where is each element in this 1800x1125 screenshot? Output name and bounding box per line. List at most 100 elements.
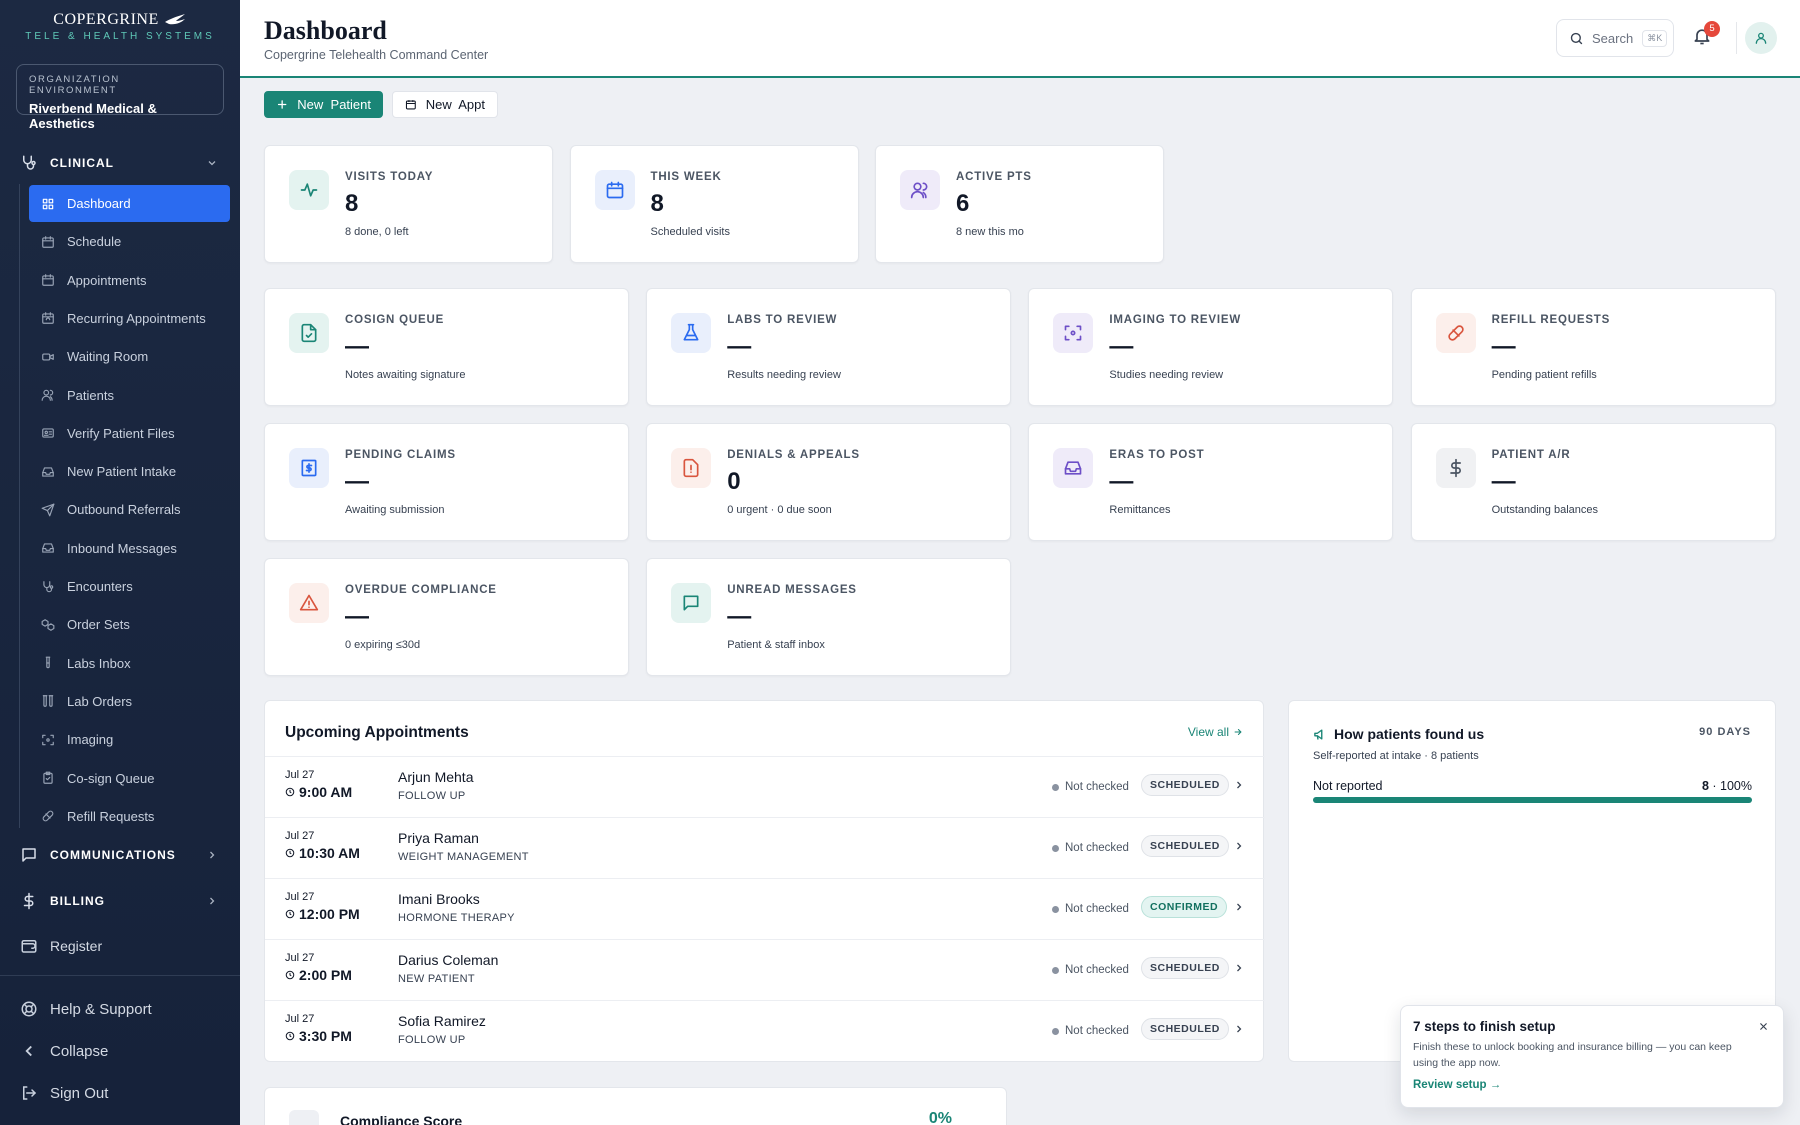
search-shortcut: ⌘K [1642,29,1668,47]
appointment-row[interactable]: Jul 27 9:00 AM Arjun Mehta FOLLOW UP Not che… [265,756,1265,817]
status-badge: SCHEDULED [1141,1018,1229,1040]
brand-logo[interactable]: COPERGRINE TELE & HEALTH SYSTEMS [0,0,240,48]
chevron-right-icon[interactable] [1233,840,1245,852]
review-setup-link[interactable]: Review setup → [1413,1079,1501,1091]
stat-this-week-card[interactable]: THIS WEEK 8 Scheduled visits [569,145,859,263]
stat-active-pts-note: 8 new this mo [956,226,1024,238]
chevron-right-icon[interactable] [1233,962,1245,974]
file-check-icon [301,323,317,343]
appointment-row[interactable]: Jul 27 2:00 PM Darius Coleman NEW PATIENT No… [265,939,1265,1000]
sidebar-item-waiting-room[interactable]: Waiting Room [29,338,230,375]
sidebar-item-refill-requests[interactable]: Refill Requests [29,798,230,835]
metric-unread-messages-card[interactable]: UNREAD MESSAGES — Patient & staff inbox [646,558,1012,676]
stat-active-pts-card[interactable]: ACTIVE PTS 6 8 new this mo [875,145,1164,263]
sidebar-item-label: Inbound Messages [67,540,177,556]
clock-icon [285,909,295,919]
close-icon[interactable] [1758,1021,1769,1032]
metric-imaging-to-review-note: Studies needing review [1109,369,1224,381]
sidebar-item-new-patient-intake[interactable]: New Patient Intake [29,453,230,490]
sign-out-button[interactable]: Sign Out [0,1082,240,1104]
search-button[interactable]: Search ⌘K [1556,19,1674,57]
stat-active-pts-label: ACTIVE PTS [956,171,1032,183]
sidebar-item-verify-patient-files[interactable]: Verify Patient Files [29,415,230,452]
sidebar-item-patients[interactable]: Patients [29,377,230,414]
sidebar-item-imaging[interactable]: Imaging [29,721,230,758]
stat-active-pts-value: 6 [956,190,970,217]
sidebar-item-outbound-referrals[interactable]: Outbound Referrals [29,491,230,528]
page-subtitle: Copergrine Telehealth Command Center [264,48,489,62]
new-appt-button[interactable]: New Appt [392,91,498,118]
sidebar-item-recurring-appointments[interactable]: Recurring Appointments [29,300,230,337]
metric-patient-a-r-icon-box [1435,448,1476,488]
setup-toast: 7 steps to finish setup Finish these to … [1400,1005,1784,1108]
user-avatar[interactable] [1745,22,1777,54]
sidebar-item-order-sets[interactable]: Order Sets [29,606,230,643]
metric-cosign-queue-card[interactable]: COSIGN QUEUE — Notes awaiting signature [264,288,629,406]
metric-eras-to-post-card[interactable]: ERAS TO POST — Remittances [1028,423,1394,541]
sidebar-item-encounters[interactable]: Encounters [29,568,230,605]
appointment-row[interactable]: Jul 27 10:30 AM Priya Raman WEIGHT MANAGEME… [265,817,1265,878]
section-clinical-label: CLINICAL [50,156,114,170]
check-in-label: Not checked [1065,903,1129,915]
metric-overdue-compliance-card[interactable]: OVERDUE COMPLIANCE — 0 expiring ≤30d [264,558,629,676]
metric-refill-requests-icon-box [1435,313,1476,353]
appointment-time: 12:00 PM [285,906,360,922]
chevron-right-icon[interactable] [1233,901,1245,913]
section-communications[interactable]: COMMUNICATIONS [0,844,240,866]
sidebar-item-co-sign-queue[interactable]: Co-sign Queue [29,760,230,797]
metric-cosign-queue-label: COSIGN QUEUE [345,314,445,326]
metric-labs-to-review-card[interactable]: LABS TO REVIEW — Results needing review [646,288,1012,406]
check-in-status: Not checked [1052,964,1129,976]
sidebar-item-appointments[interactable]: Appointments [29,262,230,299]
patient-name: Darius Coleman [398,952,499,968]
check-in-status: Not checked [1052,1025,1129,1037]
appointment-type: FOLLOW UP [398,790,466,802]
metric-pending-claims-card[interactable]: PENDING CLAIMS — Awaiting submission [264,423,629,541]
sidebar-item-inbound-messages[interactable]: Inbound Messages [29,530,230,567]
metric-imaging-to-review-label: IMAGING TO REVIEW [1109,314,1241,326]
metric-pending-claims-note: Awaiting submission [345,504,445,516]
stat-visits-today-note: 8 done, 0 left [345,226,409,238]
sidebar-item-schedule[interactable]: Schedule [29,223,230,260]
status-dot [1052,905,1059,913]
sidebar-item-label: Verify Patient Files [67,425,175,441]
metric-imaging-to-review-card[interactable]: IMAGING TO REVIEW — Studies needing review [1028,288,1394,406]
sidebar-item-labs-inbox[interactable]: Labs Inbox [29,645,230,682]
status-dot [1052,783,1059,791]
sidebar-item-dashboard[interactable]: Dashboard [29,185,230,222]
help-support-link[interactable]: Help & Support [0,998,240,1020]
sidebar-item-lab-orders[interactable]: Lab Orders [29,683,230,720]
metric-denials-appeals-value: 0 [727,468,741,495]
patient-name: Imani Brooks [398,891,480,907]
register-link[interactable]: Register [0,935,240,957]
metric-unread-messages-icon-box [671,583,712,623]
appointment-row[interactable]: Jul 27 12:00 PM Imani Brooks HORMONE THERAP… [265,878,1265,939]
source-percent: 100% [1720,779,1752,793]
metric-denials-appeals-card[interactable]: DENIALS & APPEALS 0 0 urgent · 0 due soon [646,423,1012,541]
patient-name: Sofia Ramirez [398,1013,486,1029]
chevron-right-icon[interactable] [1233,779,1245,791]
metric-cosign-queue-icon-box [289,313,329,353]
appointment-time-text: 9:00 AM [299,784,353,800]
section-billing[interactable]: BILLING [0,890,240,912]
clock-icon [285,970,295,980]
search-icon [1570,32,1583,44]
stat-visits-today-card[interactable]: VISITS TODAY 8 8 done, 0 left [264,145,553,263]
section-clinical[interactable]: CLINICAL [0,152,240,174]
collapse-button[interactable]: Collapse [0,1040,240,1062]
metric-labs-to-review-note: Results needing review [727,369,841,381]
check-in-label: Not checked [1065,1025,1129,1037]
grid-icon [42,198,54,209]
chevron-right-icon[interactable] [1233,1023,1245,1035]
sidebar-item-label: Labs Inbox [67,655,131,671]
sign-out-label: Sign Out [50,1084,109,1102]
view-all-link[interactable]: View all [1188,725,1243,739]
org-environment-switcher[interactable]: ORGANIZATION ENVIRONMENT Riverbend Medic… [16,64,224,131]
appointment-time: 10:30 AM [285,845,360,861]
appointment-row[interactable]: Jul 27 3:30 PM Sofia Ramirez FOLLOW UP Not c… [265,1000,1265,1061]
metric-patient-a-r-card[interactable]: PATIENT A/R — Outstanding balances [1410,423,1776,541]
appointment-type: WEIGHT MANAGEMENT [398,851,529,863]
new-patient-button[interactable]: New Patient [264,91,383,118]
metric-refill-requests-card[interactable]: REFILL REQUESTS — Pending patient refills [1410,288,1776,406]
org-environment-label: ORGANIZATION ENVIRONMENT [29,74,120,96]
